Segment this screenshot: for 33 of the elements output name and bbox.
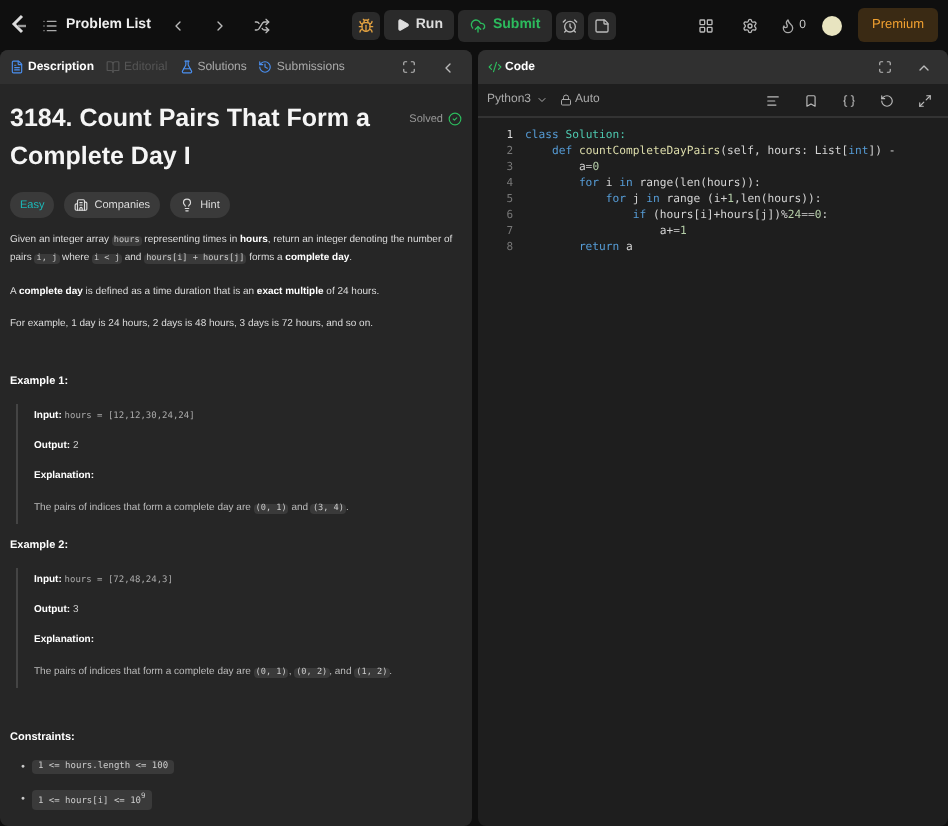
building-icon	[74, 198, 89, 212]
flame-icon	[779, 17, 796, 33]
book-icon	[106, 60, 121, 74]
fullscreen-icon	[401, 60, 415, 74]
check-circle-icon	[447, 112, 461, 126]
problem-title: 3184. Count Pairs That Form a Complete Day I	[10, 102, 372, 174]
braces-icon	[842, 93, 856, 107]
alarm-clock-icon	[562, 17, 579, 33]
settings-icon	[741, 17, 758, 33]
logo-icon[interactable]	[10, 14, 28, 36]
play-icon	[395, 18, 410, 32]
chevron-down-icon	[535, 94, 548, 106]
bug-icon	[357, 17, 374, 33]
timer-button[interactable]	[556, 11, 585, 39]
flask-icon	[179, 60, 194, 74]
expand-icon	[918, 93, 932, 107]
history-icon	[258, 60, 273, 74]
bookmark-icon	[804, 93, 818, 107]
fullscreen-icon	[878, 60, 892, 74]
debug-button[interactable]	[351, 11, 380, 39]
notes-button[interactable]	[588, 11, 617, 39]
code-icon	[487, 60, 501, 74]
list-icon	[42, 17, 58, 33]
lock-icon	[559, 94, 572, 106]
shuffle-icon	[254, 17, 271, 33]
cloud-upload-icon	[470, 17, 487, 33]
align-left-icon	[766, 93, 780, 107]
document-icon	[10, 60, 24, 74]
lightbulb-icon	[180, 198, 195, 212]
avatar[interactable]	[822, 15, 842, 35]
undo-icon	[880, 93, 894, 107]
note-icon	[594, 17, 611, 33]
grid-icon	[697, 17, 714, 33]
